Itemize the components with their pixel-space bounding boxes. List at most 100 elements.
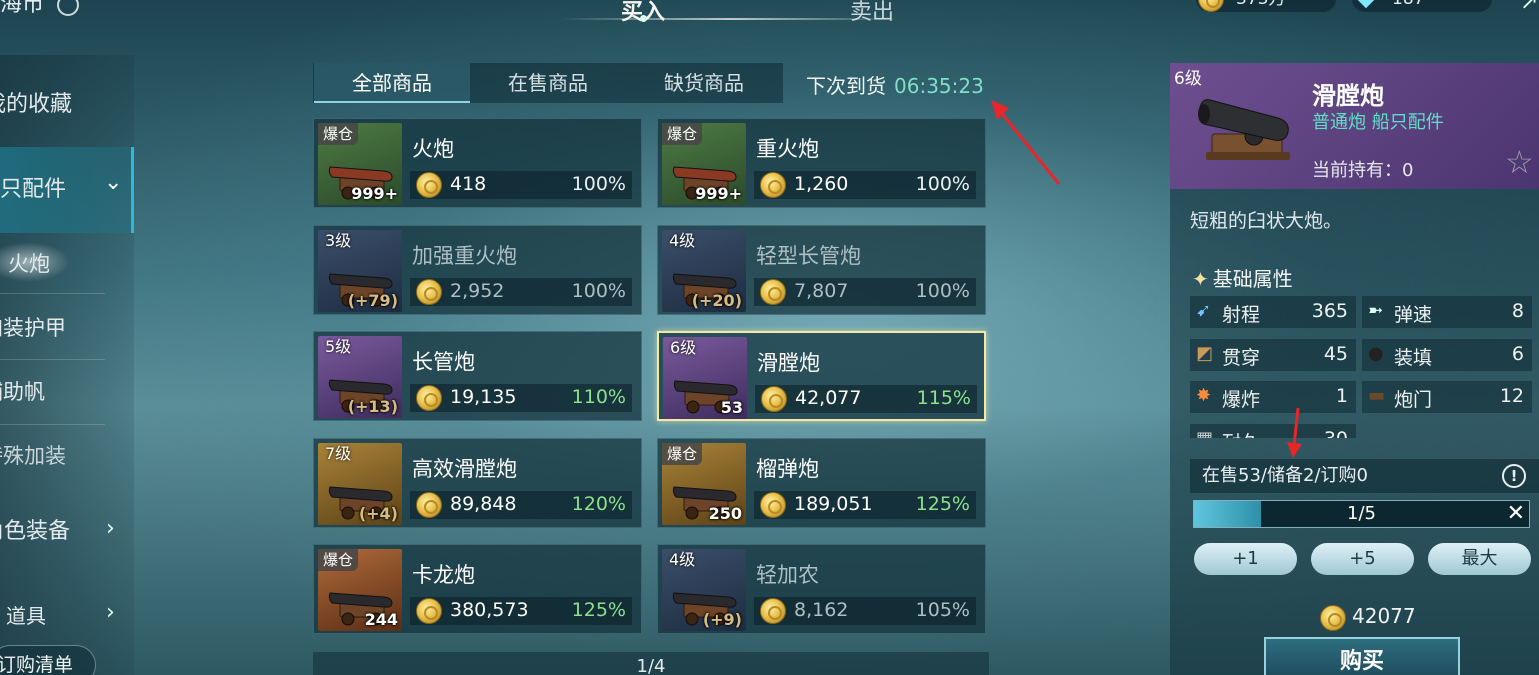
gunport-icon: ▬ [1368,385,1386,406]
attribute-value: 1 [1335,385,1348,407]
product-badge: 爆仓 [318,123,359,145]
sidebar-divider [0,359,105,360]
coin-icon [761,386,787,412]
product-name: 榴弹炮 [756,457,819,481]
attribute-cell: ✸ 爆炸 1 [1190,381,1356,413]
tab-all-products[interactable]: 全部商品 [314,63,470,103]
info-icon[interactable]: ! [1502,464,1526,488]
sidebar-item-sail[interactable]: 辅助帆 [0,362,45,422]
product-card[interactable]: 7级 (+4) 高效滑膛炮 89,848 120% [313,438,642,528]
attribute-cell: ▬ 炮门 12 [1362,381,1532,413]
attribute-value: 6 [1511,343,1524,365]
product-badge: 4级 [669,231,696,250]
sidebar-item-favorites[interactable]: 我的收藏 [0,75,72,135]
sidebar-item-equipment[interactable]: 角色装备 [0,502,70,562]
sidebar-item-items[interactable]: 道具 [6,586,46,646]
chevron-right-icon: › [106,516,115,541]
product-price-percent: 100% [571,280,626,302]
product-card[interactable]: 爆仓 244 卡龙炮 380,573 125% [313,544,642,634]
quantity-text: 1/5 [1347,503,1376,524]
product-thumbnail: 爆仓 999+ [662,123,746,205]
product-price-percent: 100% [915,280,970,302]
tab-on-sale[interactable]: 在售商品 [470,63,626,103]
product-quantity: 53 [720,398,743,417]
gem-balance: ◆ 187 [1352,0,1492,12]
product-price-bar: 8,162 105% [754,597,976,625]
product-price-percent: 120% [571,493,626,515]
attribute-cell: ➼ 弹速 8 [1362,296,1532,328]
speed-icon: ➼ [1368,300,1384,321]
product-name: 火炮 [412,137,454,161]
product-card[interactable]: 爆仓 999+ 火炮 418 100% [313,118,642,208]
product-badge: 7级 [325,444,352,463]
product-name: 滑膛炮 [757,351,820,375]
max-button[interactable]: 最大 [1428,543,1531,575]
plus-one-button[interactable]: +1 [1194,543,1297,575]
detail-level: 6级 [1174,69,1202,89]
product-price-bar: 89,848 120% [410,491,632,519]
product-card[interactable]: 爆仓 250 榴弹炮 189,051 125% [657,438,986,528]
product-card[interactable]: 6级 53 滑膛炮 42,077 115% [657,331,986,421]
detail-name: 滑膛炮 [1312,82,1384,110]
attribute-cell: ● 装填 6 [1362,339,1532,371]
chevron-right-icon: › [106,600,115,625]
attribute-label: 装填 [1394,347,1433,369]
product-thumbnail: 7级 (+4) [318,443,402,525]
range-icon: ➹ [1196,300,1212,321]
smoothbore-cannon-image [1198,99,1290,160]
product-name: 高效滑膛炮 [412,457,517,481]
product-badge: 爆仓 [662,123,703,145]
quantity-bar[interactable]: 1/5 ✕ [1193,500,1530,528]
coin-icon [416,385,442,411]
gold-balance: 373万 [1196,0,1336,12]
product-quantity: 999+ [351,184,398,203]
sidebar-divider [0,424,105,425]
product-thumbnail: 4级 (+9) [662,549,746,631]
tab-sell[interactable]: 卖出 [850,0,894,26]
help-icon[interactable] [57,0,80,16]
product-price-bar: 19,135 110% [410,384,632,412]
attribute-label: 耐久 [1222,428,1260,438]
product-price-bar: 1,260 100% [754,171,976,199]
product-badge: 4级 [669,550,696,569]
sidebar-item-armor[interactable]: 加装护甲 [0,298,66,358]
close-icon[interactable]: ✕ [1507,501,1525,526]
favorite-star-icon[interactable]: ☆ [1505,143,1534,181]
sidebar-item-ship-parts[interactable]: 船只配件 [0,160,66,220]
product-card[interactable]: 3级 (+79) 加强重火炮 2,952 100% [313,225,642,315]
product-price: 42,077 [795,387,862,409]
buy-button[interactable]: 购买 [1264,637,1460,675]
sidebar-item-cannon[interactable]: 火炮 [8,234,50,294]
stock-info: 在售53/储备2/订购0 [1190,459,1539,493]
product-card[interactable]: 爆仓 999+ 重火炮 1,260 100% [657,118,986,208]
product-quantity: (+4) [358,504,398,523]
attribute-label: 弹速 [1394,304,1433,326]
tab-out-of-stock[interactable]: 缺货商品 [626,63,782,103]
coin-icon [416,172,442,198]
coin-icon [1198,0,1224,12]
attribute-cell: ➹ 射程 365 [1190,296,1356,328]
coin-icon [1320,604,1346,631]
product-card[interactable]: 5级 (+13) 长管炮 19,135 110% [313,331,642,421]
plus-five-button[interactable]: +5 [1311,543,1414,575]
product-price: 19,135 [450,386,517,408]
product-name: 重火炮 [756,137,819,161]
product-price: 189,051 [794,493,873,515]
product-price-percent: 100% [915,173,970,195]
product-price-bar: 189,051 125% [754,491,976,519]
product-card[interactable]: 4级 (+9) 轻加农 8,162 105% [657,544,986,634]
tab-underline [560,18,900,20]
attribute-cell: ▦ 耐久 30 [1190,424,1356,438]
attribute-value: 45 [1323,343,1348,365]
product-price-bar: 380,573 125% [410,597,632,625]
product-price: 7,807 [794,280,849,302]
product-quantity: (+13) [347,397,398,416]
order-list-button[interactable]: 订购清单 [0,645,96,675]
product-badge: 5级 [325,337,352,356]
coin-icon [416,598,442,624]
sidebar-item-special[interactable]: 特殊加装 [0,426,66,486]
product-price: 2,952 [450,280,505,302]
attribute-value: 8 [1511,300,1524,322]
expand-icon[interactable]: ↗ [1520,0,1538,15]
product-card[interactable]: 4级 (+20) 轻型长管炮 7,807 100% [657,225,986,315]
